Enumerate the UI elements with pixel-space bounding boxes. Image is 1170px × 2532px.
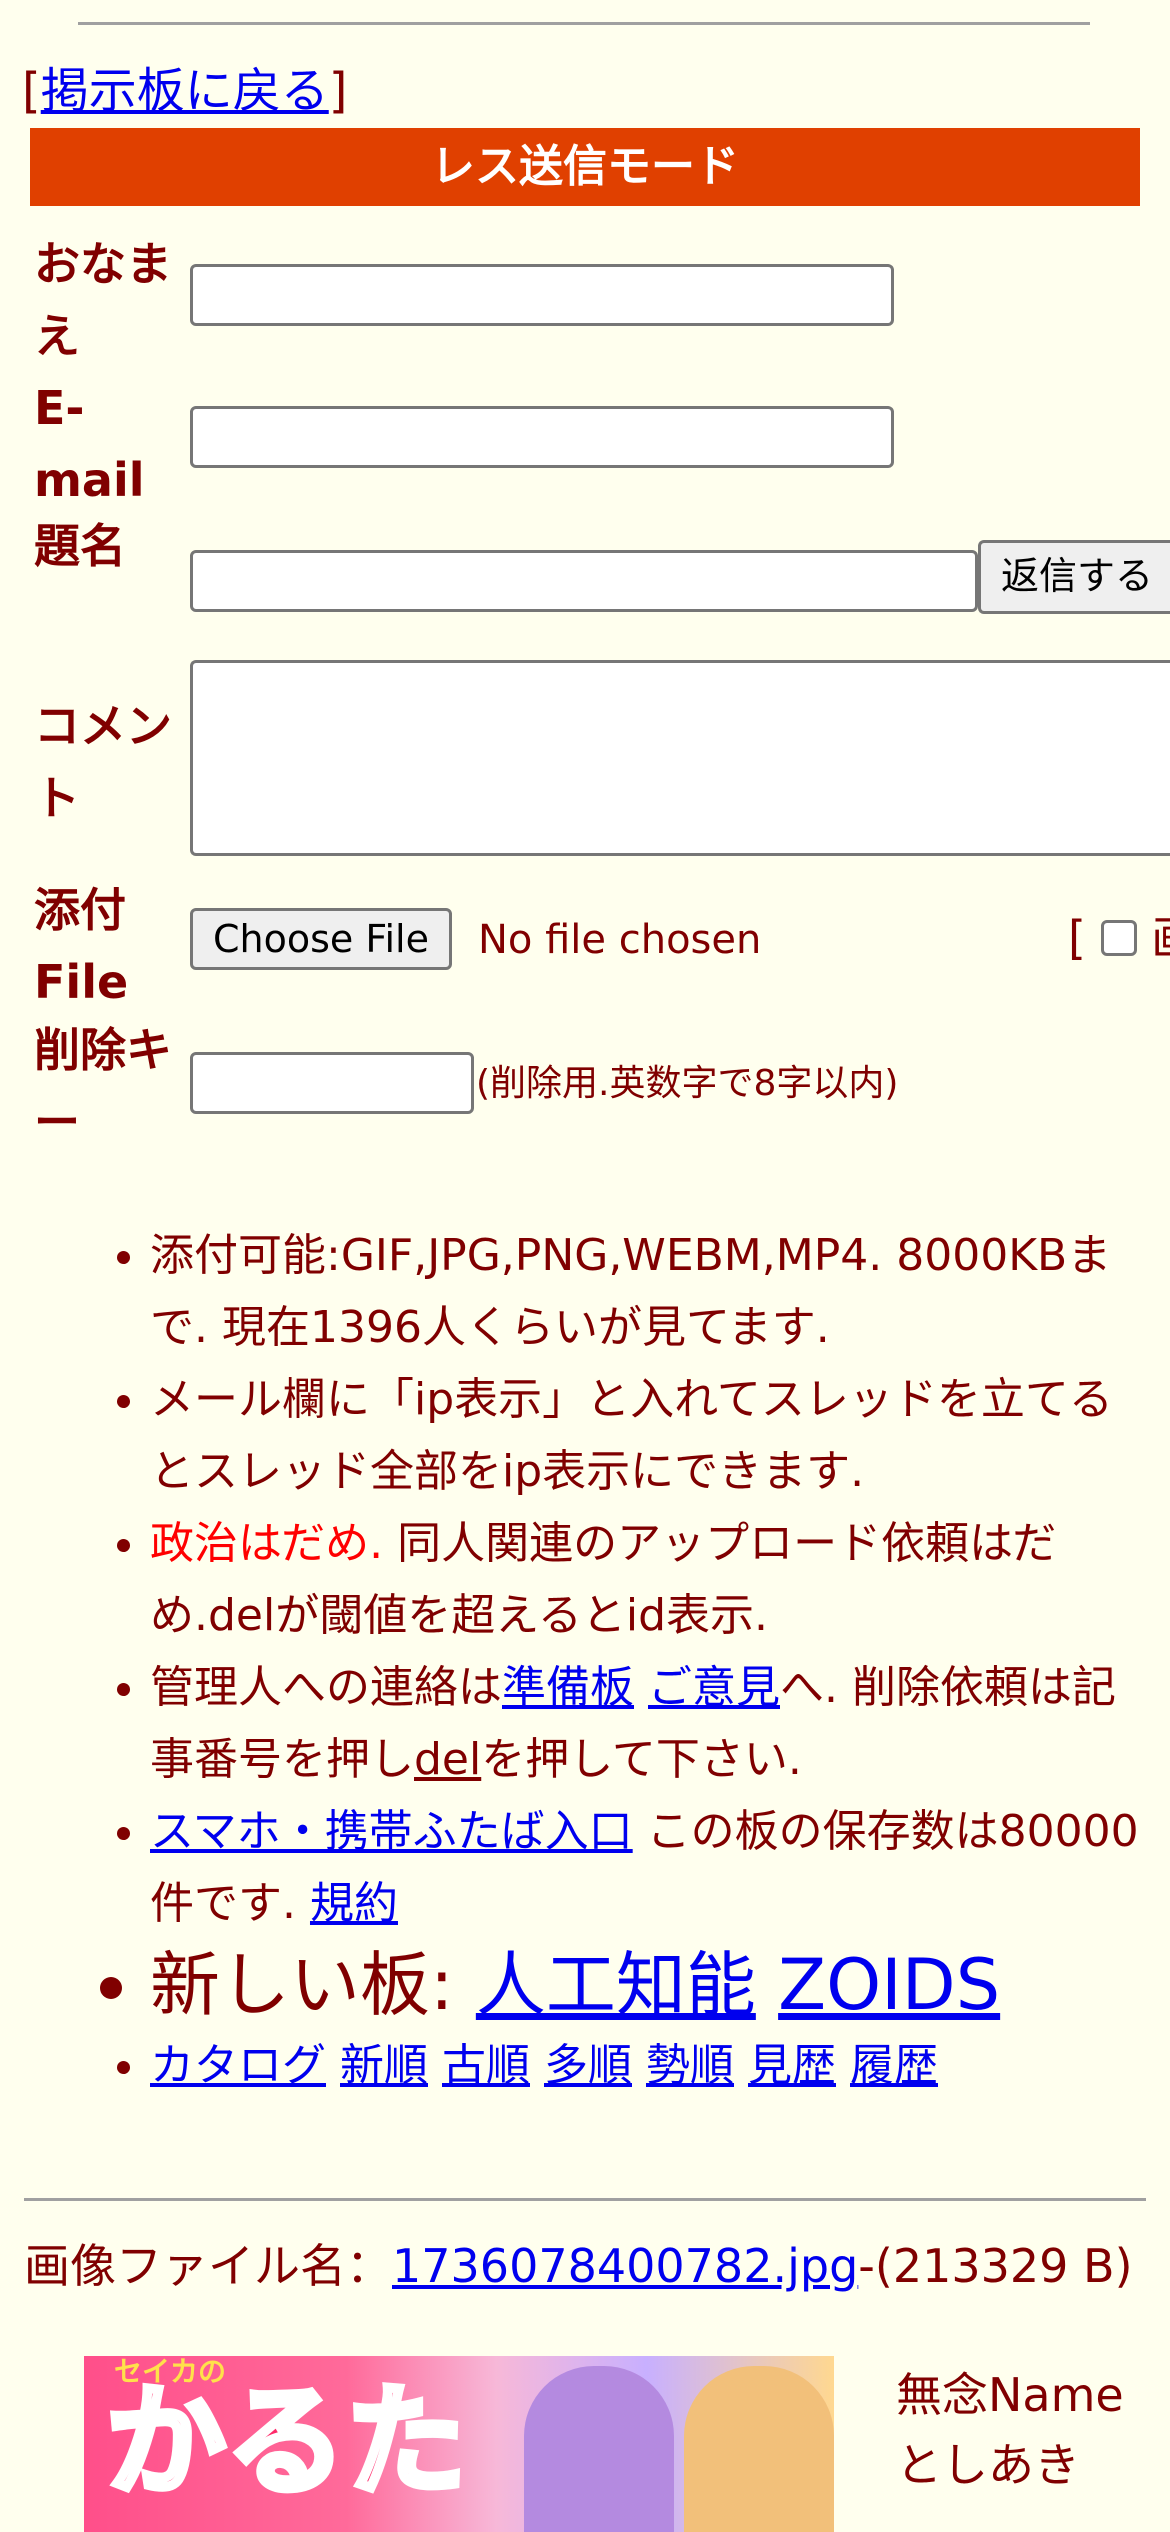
- email-input[interactable]: [190, 406, 894, 468]
- choose-file-button[interactable]: Choose File: [190, 908, 452, 970]
- poster-name: 無念Name としあき: [896, 2368, 1124, 2492]
- list-item: メール欄に「ip表示」と入れてスレッドを立てるとスレッド全部をip表示にできます…: [150, 1364, 1150, 1508]
- sort-new-link[interactable]: 新順: [340, 2040, 428, 2091]
- post-thumbnail[interactable]: セイカの かるた: [84, 2356, 834, 2532]
- image-toggle-checkbox[interactable]: [1100, 920, 1137, 956]
- comment-label: コメント: [34, 699, 172, 825]
- board-rules-list: 添付可能:GIF,JPG,PNG,WEBM,MP4. 8000KBまで. 現在1…: [0, 1220, 1150, 2102]
- list-item: 添付可能:GIF,JPG,PNG,WEBM,MP4. 8000KBまで. 現在1…: [150, 1220, 1150, 1364]
- reply-mode-banner: レス送信モード: [30, 128, 1140, 206]
- top-divider: [78, 22, 1090, 25]
- image-file-link[interactable]: 1736078400782.jpg: [392, 2239, 858, 2293]
- view-history-link[interactable]: 見歴: [748, 2040, 836, 2091]
- post-history-link[interactable]: 履歴: [850, 2040, 938, 2091]
- ai-board-link[interactable]: 人工知能: [476, 1944, 756, 2026]
- comment-textarea[interactable]: [190, 660, 1170, 856]
- image-toggle: [ 画: [1068, 908, 1170, 968]
- terms-link[interactable]: 規約: [310, 1878, 398, 1929]
- delete-key-input[interactable]: [190, 1052, 474, 1114]
- feedback-link[interactable]: ご意見: [648, 1662, 780, 1713]
- section-divider: [24, 2198, 1146, 2201]
- back-nav: [掲示板に戻る]: [22, 63, 348, 119]
- list-item: 新しい板: 人工知能 ZOIDS: [150, 1940, 1150, 2030]
- list-item: スマホ・携帯ふたば入口 この板の保存数は80000件です. 規約: [150, 1796, 1150, 1940]
- list-item: 管理人への連絡は準備板 ご意見へ. 削除依頼は記事番号を押しdelを押して下さい…: [150, 1652, 1150, 1796]
- name-input[interactable]: [190, 264, 894, 326]
- character-figure: [524, 2366, 674, 2532]
- sort-old-link[interactable]: 古順: [442, 2040, 530, 2091]
- smartphone-entry-link[interactable]: スマホ・携帯ふたば入口: [150, 1806, 633, 1857]
- file-label: 添付File: [34, 883, 129, 1009]
- delete-key-hint: (削除用.英数字で8字以内): [476, 1063, 899, 1104]
- sort-momentum-link[interactable]: 勢順: [646, 2040, 734, 2091]
- subject-label: 題名: [34, 519, 126, 573]
- delete-key-label: 削除キー: [34, 1023, 172, 1149]
- email-label: E-mail: [34, 381, 145, 507]
- subject-input[interactable]: [190, 550, 978, 612]
- sort-many-link[interactable]: 多順: [544, 2040, 632, 2091]
- submit-reply-button[interactable]: 返信する: [978, 540, 1170, 614]
- character-figure: [684, 2366, 834, 2532]
- zoids-board-link[interactable]: ZOIDS: [778, 1944, 1000, 2026]
- no-file-status: No file chosen: [478, 917, 762, 963]
- back-to-board-link[interactable]: 掲示板に戻る: [41, 63, 329, 119]
- name-label: おなまえ: [34, 237, 172, 363]
- prep-board-link[interactable]: 準備板: [502, 1662, 634, 1713]
- sort-links: カタログ 新順 古順 多順 勢順 見歴 履歴: [150, 2030, 1150, 2102]
- list-item: 政治はだめ. 同人関連のアップロード依頼はだめ.delが閾値を超えるとid表示.: [150, 1508, 1150, 1652]
- catalog-link[interactable]: カタログ: [150, 2040, 326, 2091]
- post-file-info: 画像ファイル名：1736078400782.jpg-(213329 B): [24, 2239, 1133, 2293]
